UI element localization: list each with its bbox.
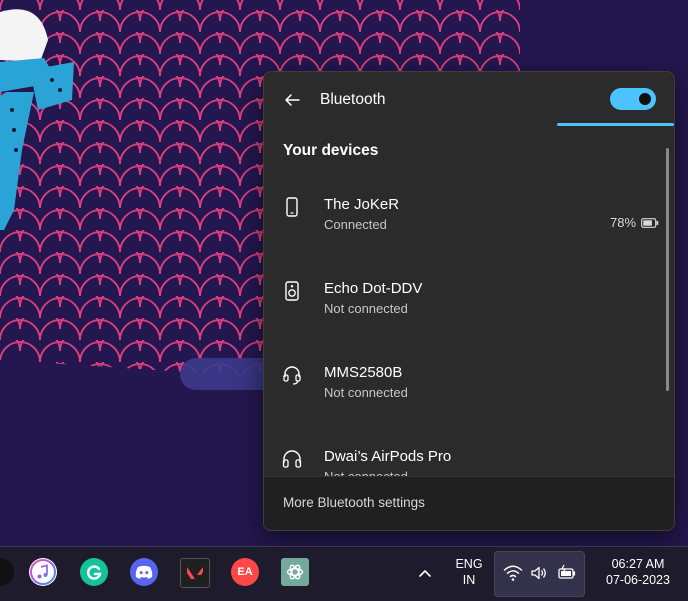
- device-item-airpods-pro[interactable]: Dwai’s AirPods Pro Not connected: [264, 430, 664, 477]
- taskbar-app-ea[interactable]: EA: [231, 558, 259, 586]
- phone-icon: [286, 197, 298, 217]
- your-devices-heading: Your devices: [283, 142, 379, 159]
- back-button[interactable]: [278, 86, 306, 114]
- battery-icon: [641, 217, 659, 228]
- flyout-title: Bluetooth: [320, 91, 386, 108]
- device-status: Connected: [324, 217, 387, 232]
- flyout-header: Bluetooth: [264, 72, 674, 128]
- discord-icon: [135, 565, 153, 579]
- language-code: ENG: [455, 557, 483, 571]
- quick-settings-button[interactable]: [494, 551, 585, 597]
- taskbar-app-partial[interactable]: [0, 558, 14, 586]
- itunes-icon: [30, 559, 56, 585]
- speaker-icon: [285, 281, 299, 301]
- bluetooth-toggle[interactable]: [610, 88, 656, 110]
- device-status: Not connected: [324, 301, 408, 316]
- device-name: Echo Dot-DDV: [324, 280, 423, 297]
- clock-date: 07-06-2023: [606, 573, 670, 587]
- language-region: IN: [462, 573, 476, 587]
- taskbar-app-chatgpt[interactable]: [281, 558, 309, 586]
- volume-icon: [531, 566, 546, 580]
- taskbar-app-discord[interactable]: [130, 558, 158, 586]
- device-list: The JoKeR Connected 78% Echo Dot-DDV Not…: [264, 172, 664, 477]
- battery-percent: 78%: [610, 215, 637, 230]
- wifi-icon: [503, 565, 523, 581]
- back-arrow-icon: [285, 94, 300, 106]
- toggle-knob: [639, 93, 651, 105]
- battery-level: 78%: [610, 215, 659, 230]
- taskbar-app-valorant[interactable]: [180, 558, 210, 588]
- taskbar: EA ENG IN 06:27 AM 07-06-2023: [0, 546, 688, 601]
- taskbar-app-itunes[interactable]: [29, 558, 57, 586]
- headset-icon: [283, 366, 301, 385]
- taskbar-clock[interactable]: 06:27 AM 07-06-2023: [590, 556, 686, 588]
- headphones-icon: [282, 450, 302, 468]
- bluetooth-flyout: Bluetooth Your devices The JoKeR Connect…: [263, 71, 675, 531]
- ea-icon: EA: [237, 566, 253, 578]
- device-status: Not connected: [324, 385, 408, 400]
- device-list-scrollbar[interactable]: [666, 148, 669, 391]
- device-name: MMS2580B: [324, 364, 403, 381]
- more-bluetooth-settings-link[interactable]: More Bluetooth settings: [283, 495, 425, 510]
- chevron-up-icon[interactable]: [415, 563, 435, 583]
- flyout-footer: More Bluetooth settings: [264, 476, 674, 530]
- device-item-the-joker[interactable]: The JoKeR Connected 78%: [264, 178, 664, 240]
- device-name: Dwai’s AirPods Pro: [324, 448, 452, 465]
- device-item-echo-dot[interactable]: Echo Dot-DDV Not connected: [264, 262, 664, 324]
- grammarly-icon: [87, 565, 102, 580]
- device-name: The JoKeR: [324, 196, 400, 213]
- scanning-progress-bar: [557, 123, 674, 126]
- taskbar-app-grammarly[interactable]: [80, 558, 108, 586]
- chatgpt-icon: [286, 564, 304, 580]
- valorant-icon: [187, 567, 203, 579]
- clock-time: 06:27 AM: [611, 557, 665, 571]
- battery-charging-icon: [558, 564, 576, 579]
- language-indicator[interactable]: ENG IN: [450, 556, 488, 588]
- device-item-mms2580b[interactable]: MMS2580B Not connected: [264, 346, 664, 408]
